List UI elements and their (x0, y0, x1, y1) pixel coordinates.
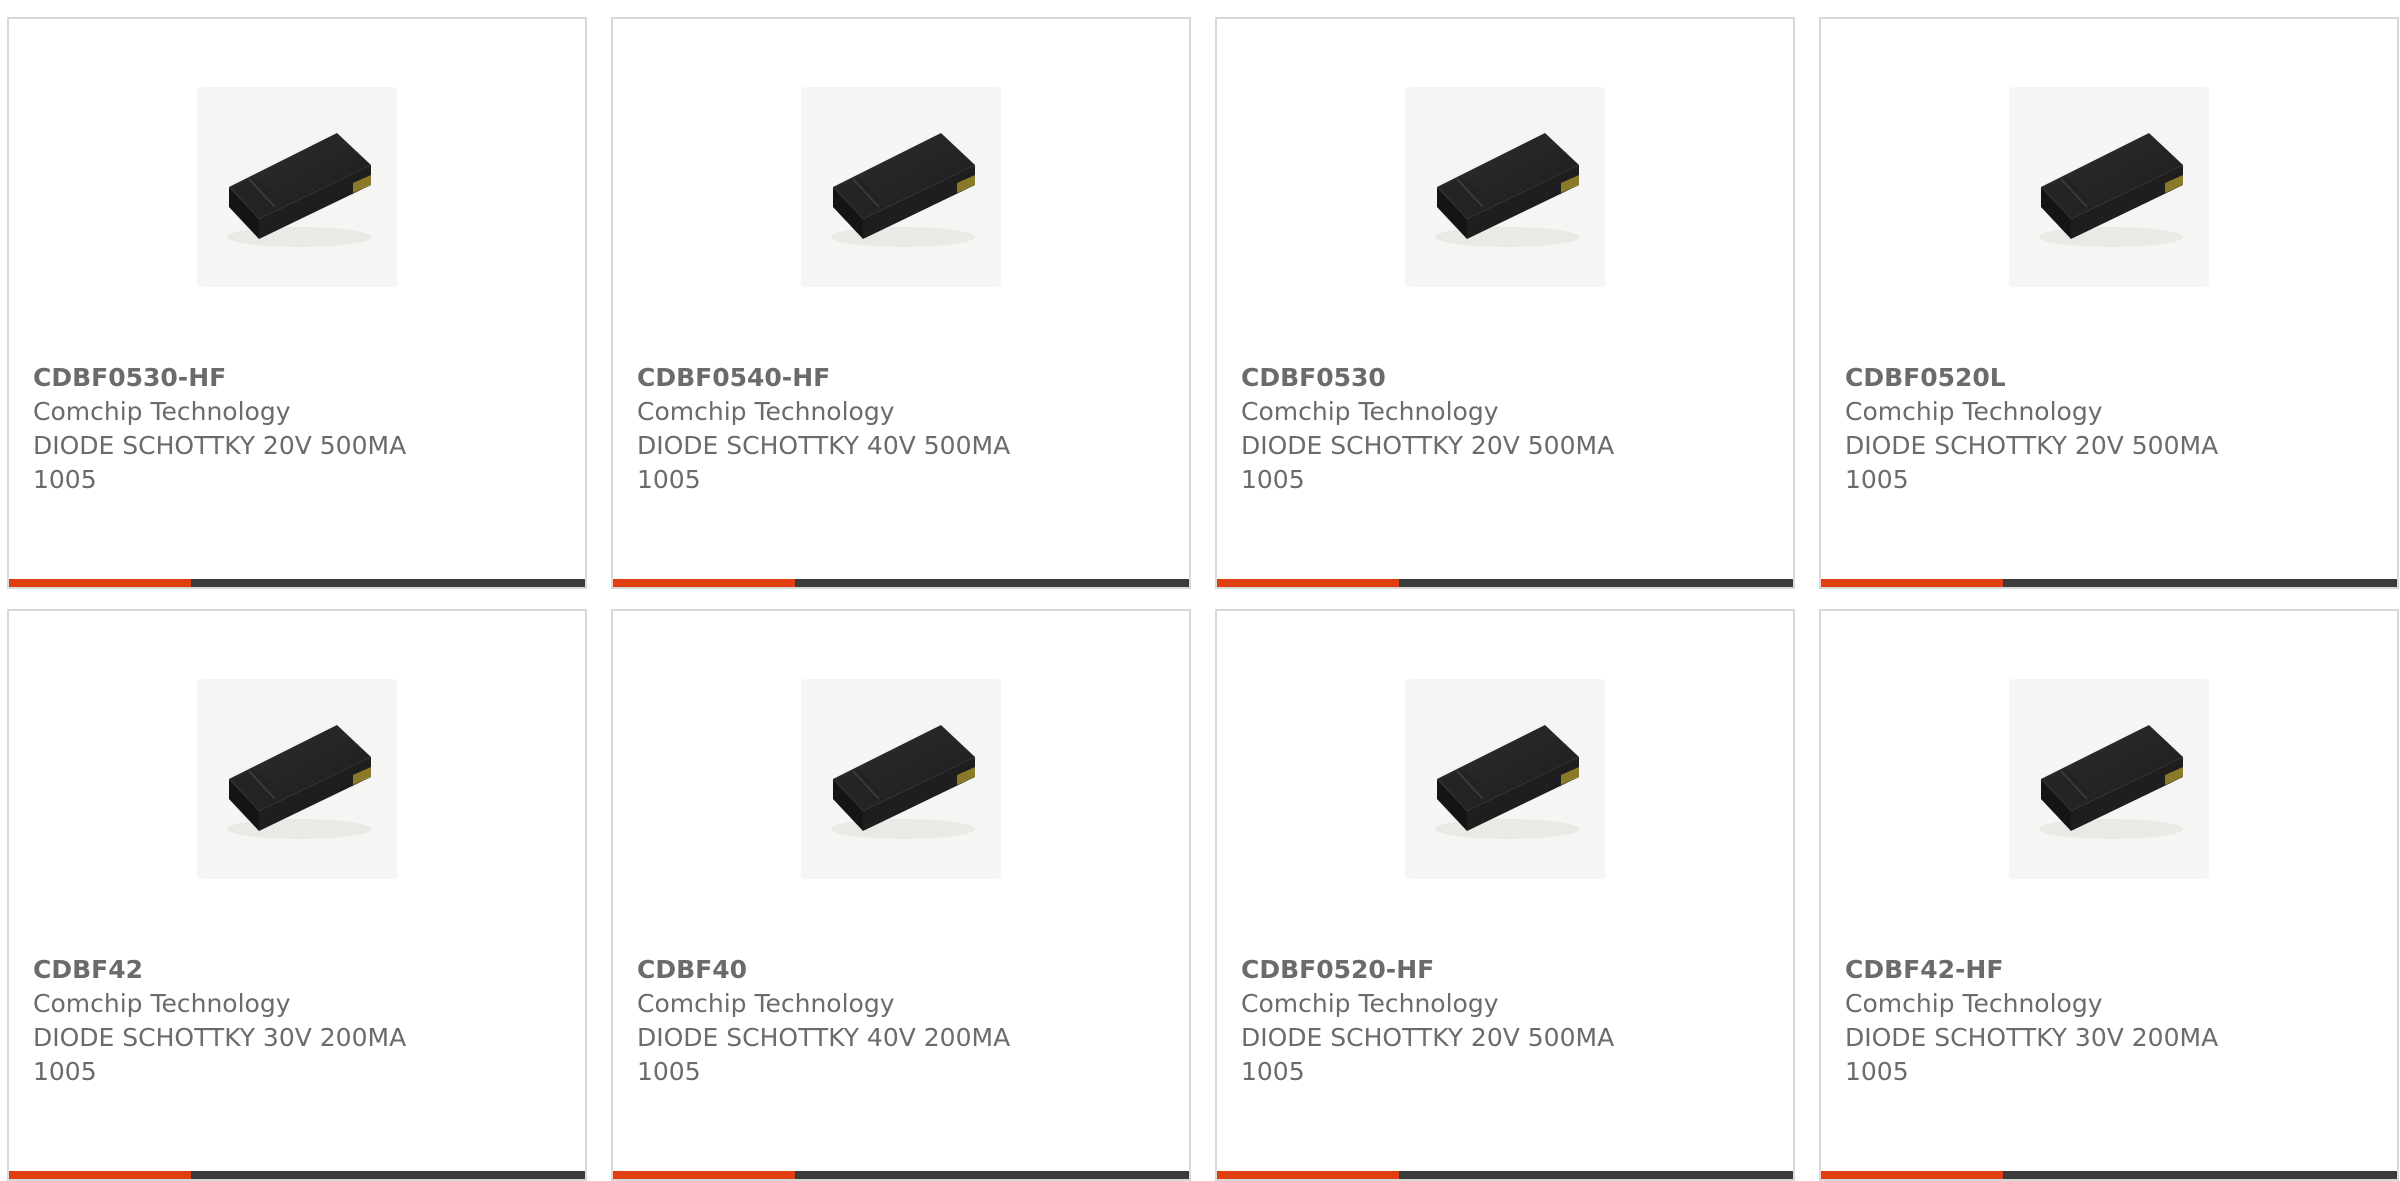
part-number[interactable]: CDBF0540-HF (637, 361, 1173, 395)
card-accent-bar (1217, 579, 1399, 587)
product-card[interactable]: CDBF0520L Comchip Technology DIODE SCHOT… (1819, 17, 2399, 589)
manufacturer: Comchip Technology (1241, 989, 1499, 1018)
manufacturer: Comchip Technology (637, 989, 895, 1018)
product-card[interactable]: CDBF0520-HF Comchip Technology DIODE SCH… (1215, 609, 1795, 1181)
description: DIODE SCHOTTKY 20V 500MA (1241, 431, 1615, 460)
product-card[interactable]: CDBF0530 Comchip Technology DIODE SCHOTT… (1215, 17, 1795, 589)
part-number[interactable]: CDBF40 (637, 953, 1173, 987)
product-info: CDBF0530 Comchip Technology DIODE SCHOTT… (1241, 361, 1777, 497)
diode-chip-icon (1405, 679, 1605, 879)
description: DIODE SCHOTTKY 40V 200MA (637, 1023, 1011, 1052)
diode-chip-icon (801, 87, 1001, 287)
product-info: CDBF40 Comchip Technology DIODE SCHOTTKY… (637, 953, 1173, 1089)
diode-chip-icon (801, 679, 1001, 879)
manufacturer: Comchip Technology (1845, 397, 2103, 426)
package: 1005 (1845, 1057, 1909, 1086)
product-info: CDBF0520-HF Comchip Technology DIODE SCH… (1241, 953, 1777, 1089)
package: 1005 (1241, 465, 1305, 494)
diode-chip-icon (2009, 679, 2209, 879)
package: 1005 (637, 465, 701, 494)
product-card[interactable]: CDBF42 Comchip Technology DIODE SCHOTTKY… (7, 609, 587, 1181)
card-footer-bar (1217, 579, 1793, 587)
product-card[interactable]: CDBF42-HF Comchip Technology DIODE SCHOT… (1819, 609, 2399, 1181)
product-info: CDBF42 Comchip Technology DIODE SCHOTTKY… (33, 953, 569, 1089)
card-accent-bar (1821, 579, 2003, 587)
description: DIODE SCHOTTKY 20V 500MA (33, 431, 407, 460)
product-grid: CDBF0530-HF Comchip Technology DIODE SCH… (7, 17, 2400, 1181)
description: DIODE SCHOTTKY 30V 200MA (33, 1023, 407, 1052)
description: DIODE SCHOTTKY 40V 500MA (637, 431, 1011, 460)
package: 1005 (33, 465, 97, 494)
manufacturer: Comchip Technology (1241, 397, 1499, 426)
package: 1005 (637, 1057, 701, 1086)
part-number[interactable]: CDBF0530-HF (33, 361, 569, 395)
diode-chip-icon (197, 87, 397, 287)
package: 1005 (33, 1057, 97, 1086)
description: DIODE SCHOTTKY 20V 500MA (1845, 431, 2219, 460)
product-card[interactable]: CDBF40 Comchip Technology DIODE SCHOTTKY… (611, 609, 1191, 1181)
card-accent-bar (9, 579, 191, 587)
product-card[interactable]: CDBF0530-HF Comchip Technology DIODE SCH… (7, 17, 587, 589)
card-footer-bar (613, 579, 1189, 587)
card-accent-bar (613, 579, 795, 587)
package: 1005 (1845, 465, 1909, 494)
package: 1005 (1241, 1057, 1305, 1086)
product-info: CDBF0540-HF Comchip Technology DIODE SCH… (637, 361, 1173, 497)
product-info: CDBF0530-HF Comchip Technology DIODE SCH… (33, 361, 569, 497)
product-info: CDBF42-HF Comchip Technology DIODE SCHOT… (1845, 953, 2381, 1089)
manufacturer: Comchip Technology (1845, 989, 2103, 1018)
product-info: CDBF0520L Comchip Technology DIODE SCHOT… (1845, 361, 2381, 497)
part-number[interactable]: CDBF0520L (1845, 361, 2381, 395)
manufacturer: Comchip Technology (637, 397, 895, 426)
description: DIODE SCHOTTKY 20V 500MA (1241, 1023, 1615, 1052)
card-footer-bar (1821, 579, 2397, 587)
part-number[interactable]: CDBF0530 (1241, 361, 1777, 395)
diode-chip-icon (1405, 87, 1605, 287)
part-number[interactable]: CDBF42 (33, 953, 569, 987)
product-card[interactable]: CDBF0540-HF Comchip Technology DIODE SCH… (611, 17, 1191, 589)
part-number[interactable]: CDBF42-HF (1845, 953, 2381, 987)
description: DIODE SCHOTTKY 30V 200MA (1845, 1023, 2219, 1052)
part-number[interactable]: CDBF0520-HF (1241, 953, 1777, 987)
manufacturer: Comchip Technology (33, 397, 291, 426)
diode-chip-icon (2009, 87, 2209, 287)
card-footer-bar (9, 579, 585, 587)
diode-chip-icon (197, 679, 397, 879)
manufacturer: Comchip Technology (33, 989, 291, 1018)
